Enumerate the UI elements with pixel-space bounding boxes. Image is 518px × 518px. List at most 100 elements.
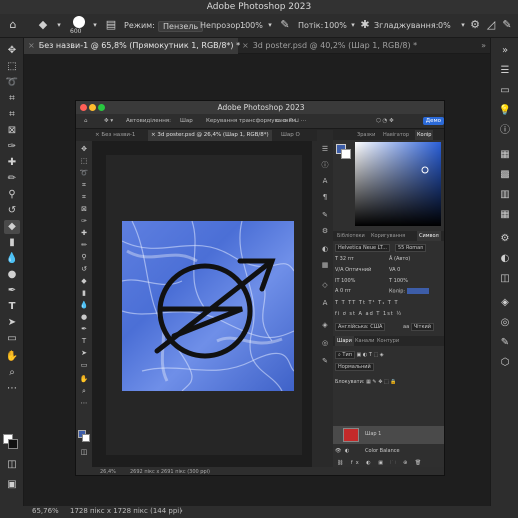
brush-tool-icon[interactable]: ✏: [4, 172, 20, 186]
screen-mode-icon[interactable]: ▣: [4, 478, 20, 492]
chevron-down-icon[interactable]: ▾: [52, 18, 66, 32]
inner-canvas-area: [92, 141, 312, 467]
swatches-panel-icon[interactable]: ▩: [498, 168, 512, 182]
frame-tool-icon[interactable]: ⊠: [4, 124, 20, 138]
inner-layer-row: 👁 ◐ Color Balance: [333, 444, 444, 459]
gradient-tool-icon[interactable]: ▮: [4, 236, 20, 250]
inner-type-tool-icon: T: [81, 337, 87, 345]
inner-eraser-tool-icon: ◆: [81, 277, 87, 285]
gradients-panel-icon[interactable]: ▥: [498, 188, 512, 202]
eraser-tool-preset-icon[interactable]: ◆: [36, 18, 50, 32]
inner-lock-row: Блокувати: ▦ ✎ ✥ ⬚ 🔒: [335, 379, 397, 385]
inner-settings-icon: ⚙: [321, 227, 329, 235]
brush-preview[interactable]: [73, 16, 85, 28]
inner-layer-name: Шар 1: [365, 431, 382, 437]
zoom-tool-icon[interactable]: ⌕: [4, 366, 20, 380]
inner-font-size: T 32 пт: [335, 256, 354, 262]
inner-tab-libraries: Бібліотеки: [337, 233, 365, 239]
inner-tab-color: Колір: [415, 130, 434, 140]
color-field: [355, 142, 441, 226]
layers-panel-icon[interactable]: ◈: [498, 296, 512, 310]
inner-move-tool-icon: ✥: [81, 145, 87, 153]
eyedropper-tool-icon[interactable]: ✑: [4, 140, 20, 154]
lasso-tool-icon[interactable]: ➰: [4, 76, 20, 90]
inner-layer-select: Шар: [180, 118, 193, 124]
crop-tool-icon[interactable]: ⌗: [4, 108, 20, 122]
tab-document-1[interactable]: × Без назви-1 @ 65,8% (Прямокутник 1, RGB…: [24, 38, 240, 54]
learn-panel-icon[interactable]: 💡: [498, 104, 512, 118]
close-icon[interactable]: ×: [242, 41, 249, 50]
mode-select[interactable]: Пензель: [158, 21, 204, 32]
status-bar: 65,76% 1728 пікс х 1728 пікс (144 ppi) ›: [0, 506, 518, 518]
opacity-value[interactable]: 100%: [240, 21, 263, 30]
home-icon[interactable]: ⌂: [6, 18, 20, 32]
inner-tab-1: × Без назви-1: [95, 132, 136, 138]
rectangle-tool-icon[interactable]: ▭: [4, 332, 20, 346]
inner-blend-mode: Нормальний: [335, 363, 374, 371]
brush-picker-chevron-icon[interactable]: ▾: [88, 18, 102, 32]
inner-color-tabs: Зразки Навігатор Колір: [333, 130, 444, 140]
object-selection-tool-icon[interactable]: ⌗: [4, 92, 20, 106]
background-color-swatch[interactable]: [8, 439, 18, 449]
zoom-readout[interactable]: 65,76%: [32, 507, 59, 515]
smoothing-settings-icon[interactable]: ⚙: [468, 18, 482, 32]
inner-gradient-tool-icon: ▮: [82, 289, 86, 297]
airbrush-icon[interactable]: ✱: [358, 18, 372, 32]
angle-icon[interactable]: ◿: [484, 18, 498, 32]
smoothing-value[interactable]: 0%: [438, 21, 451, 30]
inner-panel-icons: ☰ ⓘ A ¶ ✎ ⚙ ◐ ▦ ◇ A ◈ ◎ ✎: [317, 130, 333, 467]
history-brush-tool-icon[interactable]: ↺: [4, 204, 20, 218]
close-icon[interactable]: ×: [28, 41, 35, 50]
status-arrow-icon[interactable]: ›: [180, 507, 183, 515]
comments-panel-icon[interactable]: ▭: [498, 84, 512, 98]
brush-settings-icon[interactable]: ▤: [104, 18, 118, 32]
inner-zoom-readout: 26,4%: [100, 469, 116, 475]
inner-3d-icons: ⬡ ◔ ✥: [376, 118, 394, 124]
embedded-screenshot: Adobe Photoshop 2023 ⌂ ✥ ▾ Автовиділення…: [75, 100, 445, 476]
inner-pen-tool-icon: ✒: [81, 325, 87, 333]
info-panel-icon[interactable]: ⓘ: [498, 124, 512, 138]
healing-brush-tool-icon[interactable]: ✚: [4, 156, 20, 170]
more-tools-icon[interactable]: ⋯: [4, 382, 20, 396]
quick-mask-icon[interactable]: ◫: [4, 458, 20, 472]
inner-layer-tabs: Шари Канали Контури: [333, 336, 444, 346]
inner-tab-channels: Канали: [355, 338, 375, 344]
path-selection-tool-icon[interactable]: ➤: [4, 316, 20, 330]
poster-artwork: [122, 221, 294, 391]
hand-tool-icon[interactable]: ✋: [4, 350, 20, 364]
tabs-overflow-icon[interactable]: »: [481, 41, 486, 50]
inner-tab-2: × 3d poster.psd @ 26,4% (Шар 1, RGB/8*): [148, 130, 272, 141]
pressure-opacity-icon[interactable]: ✎: [278, 18, 292, 32]
color-panel-icon[interactable]: ▦: [498, 148, 512, 162]
inner-opentype-buttons: fi ơ st A ad T 1st ½: [335, 311, 403, 317]
pen-tool-icon[interactable]: ✒: [4, 284, 20, 298]
inner-status-arrow-icon: ›: [202, 469, 204, 475]
patterns-panel-icon[interactable]: ▦: [498, 208, 512, 222]
tab-document-2[interactable]: × 3d poster.psd @ 40,2% (Шар 1, RGB/8) *: [238, 38, 418, 54]
inner-crop-tool-icon: ⌗: [82, 193, 86, 201]
paths-panel-icon[interactable]: ✎: [498, 336, 512, 350]
brush-size-value: 600: [70, 28, 82, 35]
eraser-tool-icon[interactable]: ◆: [4, 220, 20, 234]
inner-layer-footer-icons: ⛓ fx ◐ ▣ 🗀 ⊕ 🗑: [337, 460, 425, 466]
properties-panel-icon[interactable]: ⚙: [498, 232, 512, 246]
3d-panel-icon[interactable]: ⬡: [498, 356, 512, 370]
inner-shape-tool-icon: ▭: [80, 361, 88, 369]
blur-tool-icon[interactable]: 💧: [4, 252, 20, 266]
dodge-tool-icon[interactable]: ●: [4, 268, 20, 282]
opacity-chevron-icon[interactable]: ▾: [263, 18, 277, 32]
clone-stamp-tool-icon[interactable]: ⚲: [4, 188, 20, 202]
pressure-size-icon[interactable]: ✎: [500, 18, 514, 32]
move-tool-icon[interactable]: ✥: [4, 44, 20, 58]
history-panel-icon[interactable]: ☰: [498, 64, 512, 78]
inner-char-tabs: Бібліотеки Коригування Символ: [333, 231, 444, 241]
libraries-panel-icon[interactable]: ◫: [498, 272, 512, 286]
channels-panel-icon[interactable]: ◎: [498, 316, 512, 330]
marquee-tool-icon[interactable]: ⬚: [4, 60, 20, 74]
flow-value[interactable]: 100%: [324, 21, 347, 30]
adjustments-panel-icon[interactable]: ◐: [498, 252, 512, 266]
inner-layer-name: Color Balance: [365, 448, 400, 454]
type-tool-icon[interactable]: T: [4, 300, 20, 314]
inner-font-style: 55 Roman: [395, 244, 427, 252]
collapse-dock-icon[interactable]: »: [498, 44, 512, 58]
